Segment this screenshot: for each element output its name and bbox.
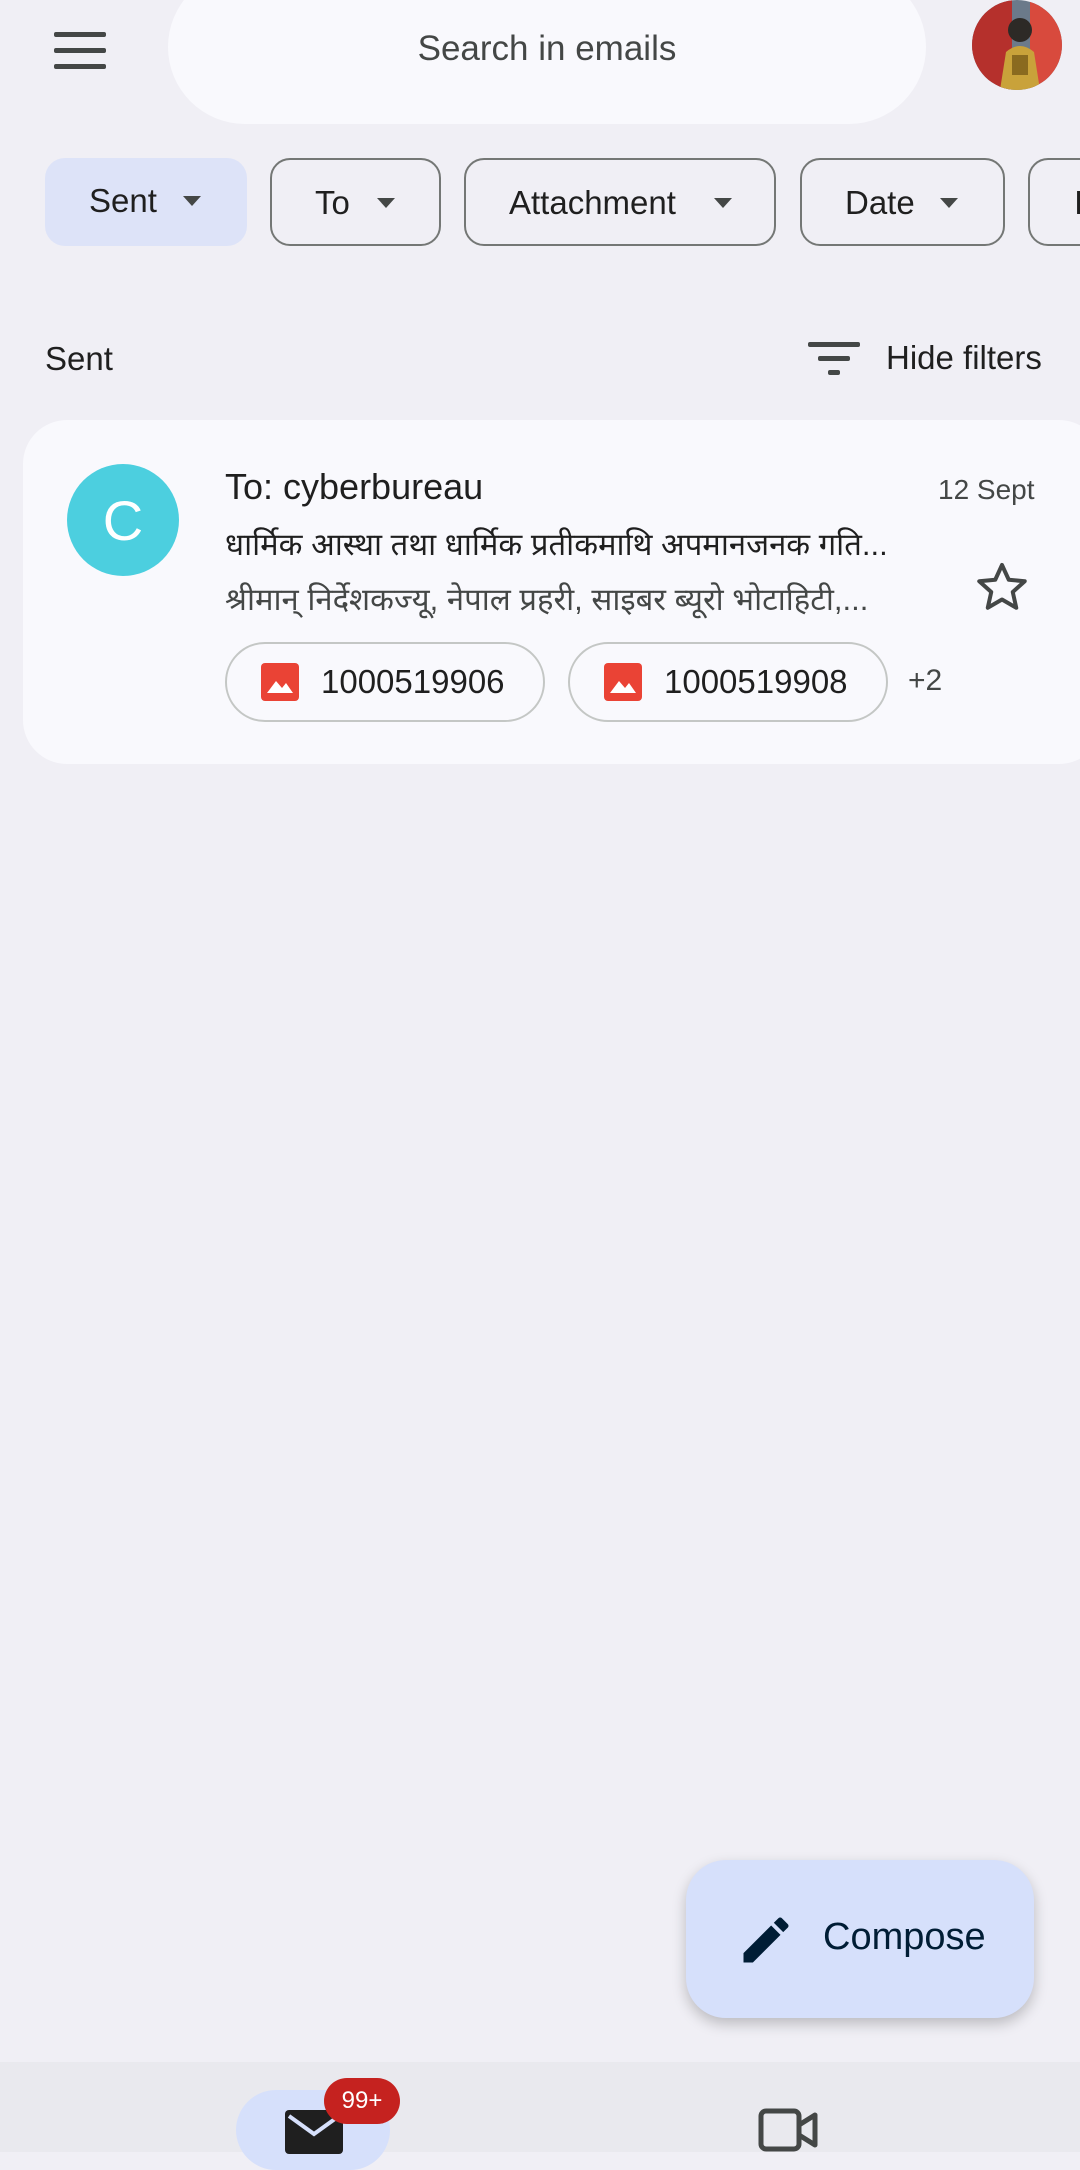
chip-sent[interactable]: Sent bbox=[45, 158, 247, 246]
hamburger-menu-icon bbox=[54, 31, 106, 37]
more-attachments-count: +2 bbox=[908, 664, 943, 697]
chip-attachment[interactable]: Attachment bbox=[464, 158, 776, 246]
hide-filters-button[interactable]: Hide filters bbox=[808, 330, 1042, 386]
image-icon bbox=[604, 663, 642, 701]
compose-button[interactable]: Compose bbox=[686, 1860, 1034, 2018]
search-placeholder: Search in emails bbox=[417, 29, 677, 68]
pencil-icon bbox=[743, 1917, 789, 1963]
unread-badge: 99+ bbox=[324, 2078, 400, 2124]
bottom-navigation bbox=[0, 2062, 1080, 2152]
filter-list-icon bbox=[808, 338, 860, 378]
search-bar[interactable]: Search in emails bbox=[168, 0, 926, 124]
avatar-image bbox=[972, 0, 1062, 90]
email-snippet: श्रीमान् निर्देशकज्यू, नेपाल प्रहरी, साइ… bbox=[225, 582, 869, 617]
sender-avatar[interactable]: C bbox=[67, 464, 179, 576]
email-recipient: To: cyberbureau bbox=[225, 466, 484, 507]
attachment-name: 1000519906 bbox=[321, 663, 505, 700]
attachment-name: 1000519908 bbox=[664, 663, 848, 700]
chevron-down-icon bbox=[714, 198, 732, 208]
chevron-down-icon bbox=[377, 198, 395, 208]
section-title: Sent bbox=[45, 340, 113, 377]
chevron-down-icon bbox=[940, 198, 958, 208]
email-date: 12 Sept bbox=[938, 474, 1035, 505]
account-avatar[interactable] bbox=[972, 0, 1062, 90]
chip-to[interactable]: To bbox=[270, 158, 441, 246]
attachment-chip[interactable]: 1000519906 bbox=[225, 642, 545, 722]
email-subject: धार्मिक आस्था तथा धार्मिक प्रतीकमाथि अपम… bbox=[225, 527, 888, 562]
video-icon[interactable] bbox=[758, 2108, 818, 2152]
attachment-chip[interactable]: 1000519908 bbox=[568, 642, 888, 722]
compose-label: Compose bbox=[823, 1916, 986, 1958]
chip-date[interactable]: Date bbox=[800, 158, 1005, 246]
hide-filters-label: Hide filters bbox=[886, 339, 1042, 376]
chip-more[interactable]: I bbox=[1028, 158, 1080, 246]
menu-button[interactable] bbox=[40, 20, 120, 80]
chevron-down-icon bbox=[183, 196, 201, 206]
image-icon bbox=[261, 663, 299, 701]
star-icon[interactable] bbox=[972, 558, 1032, 618]
filter-chip-row: Sent To Attachment Date I bbox=[0, 158, 1080, 250]
